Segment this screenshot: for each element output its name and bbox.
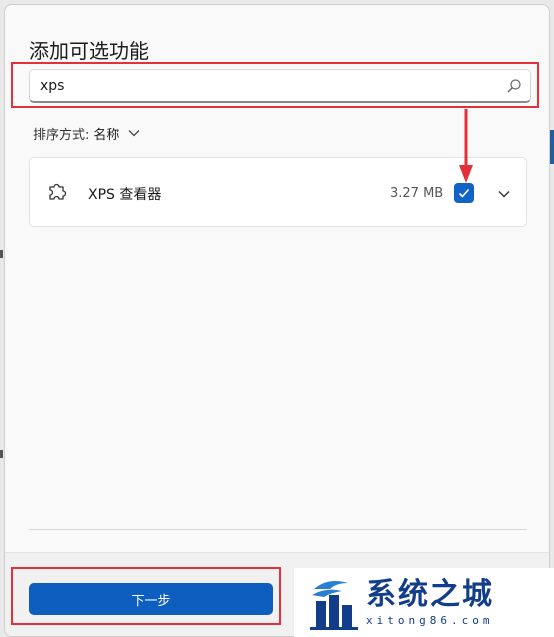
dialog-title: 添加可选功能	[29, 39, 149, 63]
sort-label: 排序方式:	[33, 127, 90, 143]
background-window-edge	[550, 130, 554, 164]
background-window-edge	[0, 450, 3, 458]
watermark-url: xitong86.com	[366, 614, 494, 627]
search-icon[interactable]	[506, 78, 522, 94]
add-optional-feature-dialog: 添加可选功能 排序方式: 名称 XPS 查看器 3.27 MB	[4, 4, 550, 637]
watermark-title: 系统之城	[366, 577, 494, 612]
sort-selector[interactable]: 排序方式: 名称	[33, 123, 141, 143]
feature-name: XPS 查看器	[88, 187, 162, 203]
puzzle-icon	[49, 183, 67, 200]
checkmark-icon	[458, 188, 470, 198]
background-window-edge	[0, 250, 3, 258]
castle-logo-icon	[310, 580, 358, 630]
divider	[29, 529, 527, 530]
expand-chevron-icon[interactable]	[496, 186, 512, 202]
search-input[interactable]	[40, 76, 490, 96]
annotation-arrow	[459, 109, 473, 183]
next-button[interactable]: 下一步	[29, 583, 273, 615]
feature-size: 3.27 MB	[390, 186, 444, 201]
feature-checkbox[interactable]	[454, 183, 474, 203]
watermark: 系统之城 xitong86.com	[294, 568, 554, 637]
search-box[interactable]	[29, 69, 531, 103]
chevron-down-icon	[128, 130, 140, 137]
sort-value: 名称	[93, 127, 120, 143]
feature-item[interactable]: XPS 查看器 3.27 MB	[29, 157, 527, 227]
